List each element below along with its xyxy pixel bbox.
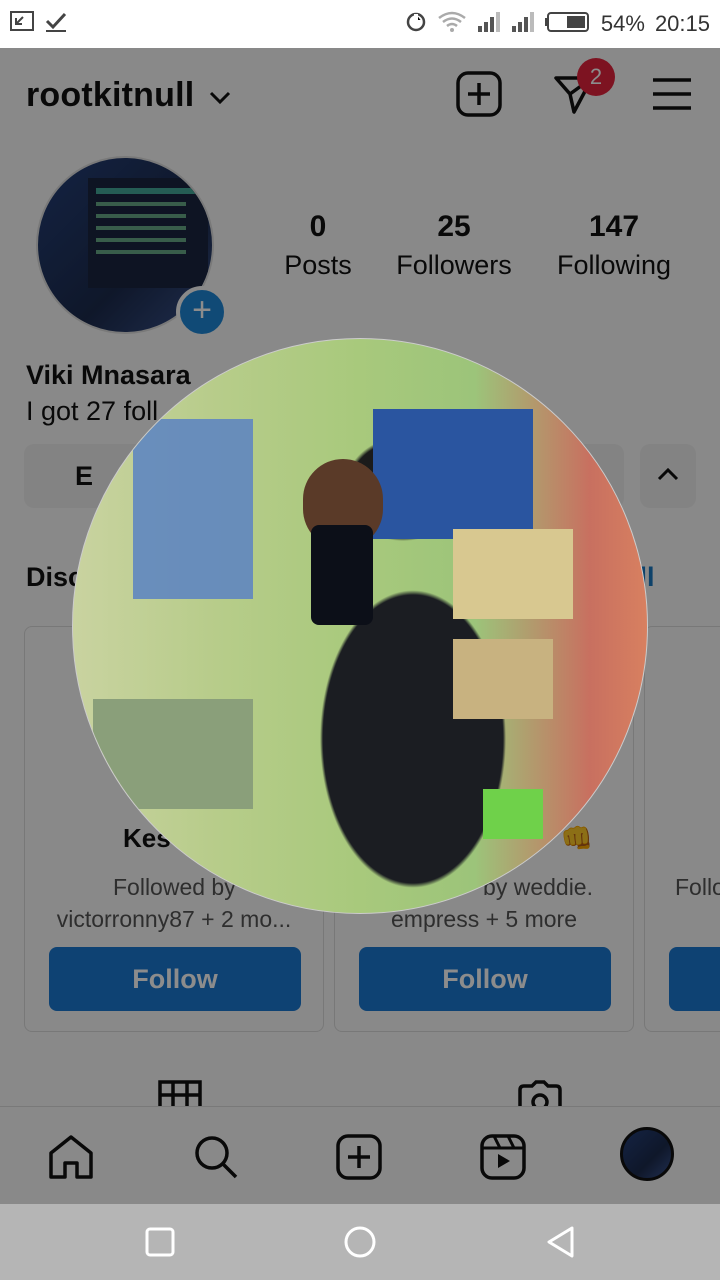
signal-icon-2	[511, 11, 535, 38]
recents-icon[interactable]	[142, 1224, 178, 1260]
status-bar: 54% 20:15	[0, 0, 720, 48]
photo-detail	[453, 639, 553, 719]
photo-detail	[311, 525, 373, 625]
battery-percent: 54%	[600, 11, 645, 36]
wifi-icon	[437, 11, 467, 38]
home-circle-icon[interactable]	[342, 1224, 378, 1260]
sync-icon	[405, 11, 427, 38]
check-icon	[44, 11, 68, 38]
screenshot-icon	[10, 10, 34, 38]
clock: 20:15	[654, 11, 710, 36]
back-icon[interactable]	[542, 1224, 578, 1260]
photo-detail	[453, 529, 573, 619]
status-left	[10, 10, 68, 38]
status-right: 54% 20:15	[405, 11, 710, 38]
battery-icon	[544, 11, 591, 38]
system-nav-bar	[0, 1204, 720, 1280]
photo-detail	[133, 419, 253, 599]
photo-detail	[483, 789, 543, 839]
enlarged-profile-photo	[72, 338, 648, 914]
photo-detail	[373, 409, 533, 539]
signal-icon-1	[477, 11, 501, 38]
photo-detail	[93, 699, 253, 809]
